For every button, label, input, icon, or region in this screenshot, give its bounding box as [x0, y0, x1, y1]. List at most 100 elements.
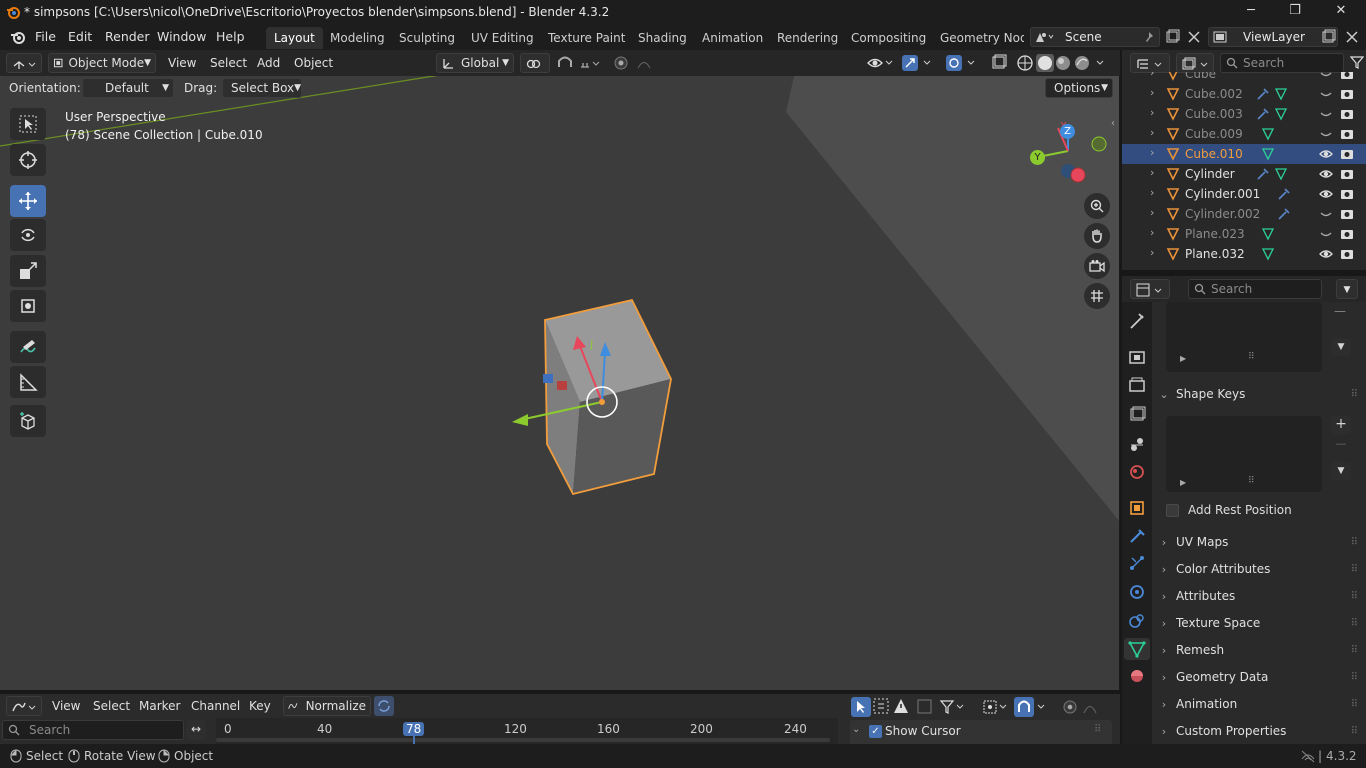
tab-layout[interactable]: Layout	[266, 27, 323, 49]
proportional-edit-toggle[interactable]	[612, 53, 664, 73]
outliner-row-name[interactable]: Cylinder.001	[1185, 187, 1260, 201]
eye-icon[interactable]	[1319, 147, 1333, 161]
outliner-search-input[interactable]: Search	[1220, 53, 1344, 73]
snap-toggle[interactable]	[556, 53, 606, 73]
shape-keys-list[interactable]: ▶ ⠿	[1166, 416, 1322, 492]
remove-shape-key-icon[interactable]: —	[1331, 437, 1351, 453]
drag-handle-icon[interactable]: ⠿	[1351, 591, 1358, 602]
add-shape-key-button[interactable]: +	[1331, 416, 1351, 434]
viewport-menu-select[interactable]: Select	[210, 53, 247, 73]
zoom-button[interactable]	[1084, 193, 1110, 219]
drag-handle-icon[interactable]: ⠿	[1351, 726, 1358, 737]
drag-handle-icon[interactable]: ⠿	[1094, 724, 1101, 735]
modifier-wrench-icon[interactable]	[1256, 87, 1270, 101]
tab-shading[interactable]: Shading	[630, 27, 695, 49]
drag-handle-icon[interactable]: ⠿	[1351, 645, 1358, 656]
outliner-row[interactable]: › Cube.009	[1122, 124, 1366, 144]
pivot-dropdown[interactable]	[520, 53, 550, 73]
outliner-row-name[interactable]: Cube	[1185, 72, 1216, 81]
viewport-menu-view[interactable]: View	[168, 53, 196, 73]
options-dropdown[interactable]: Options ▼	[1045, 78, 1113, 98]
menu-edit[interactable]: Edit	[68, 29, 92, 44]
display-mode-dropdown[interactable]	[1176, 53, 1214, 73]
outliner-row-name[interactable]: Cylinder.002	[1185, 207, 1260, 221]
properties-editor-type[interactable]	[1130, 279, 1170, 299]
eye-icon[interactable]	[1319, 167, 1333, 181]
expand-chevron-icon[interactable]: ›	[1150, 226, 1154, 239]
outliner-row[interactable]: › Cube	[1122, 72, 1366, 84]
timeline-header-icons[interactable]	[850, 696, 1112, 718]
cursor-tool[interactable]	[10, 144, 46, 176]
playhead-line[interactable]	[413, 736, 415, 744]
outliner-row[interactable]: › Cylinder.002	[1122, 204, 1366, 224]
hidden-eye-icon[interactable]	[1319, 227, 1333, 241]
tab-rendering[interactable]: Rendering	[769, 27, 846, 49]
render-camera-icon[interactable]	[1340, 167, 1354, 181]
render-camera-icon[interactable]	[1340, 247, 1354, 261]
scale-tool[interactable]	[10, 255, 46, 287]
move-tool[interactable]	[10, 185, 46, 217]
panel-animation[interactable]: › Animation ⠿	[1158, 692, 1358, 716]
panel-shape-keys[interactable]: ⌄ Shape Keys ⠿	[1158, 382, 1358, 406]
expand-chevron-icon[interactable]: ›	[1150, 106, 1154, 119]
annotate-tool[interactable]	[10, 331, 46, 363]
timeline-menu-channel[interactable]: Channel	[191, 696, 240, 716]
render-camera-icon[interactable]	[1340, 72, 1354, 81]
remove-vertex-group-icon[interactable]: —	[1331, 304, 1349, 322]
hidden-eye-icon[interactable]	[1319, 72, 1333, 81]
camera-view-button[interactable]	[1084, 253, 1110, 279]
transform-orientation-dropdown[interactable]: Global ▼	[436, 53, 514, 73]
drag-handle-icon[interactable]: ⠿	[1351, 699, 1358, 710]
timeline-menu-view[interactable]: View	[52, 696, 80, 716]
menu-render[interactable]: Render	[105, 29, 150, 44]
drag-handle-icon[interactable]: ⠿	[1351, 564, 1358, 575]
render-camera-icon[interactable]	[1340, 227, 1354, 241]
expand-chevron-icon[interactable]: ›	[1150, 246, 1154, 259]
properties-options-dropdown[interactable]: ▼	[1336, 279, 1358, 299]
frame-ruler[interactable]	[216, 718, 838, 744]
3d-viewport[interactable]: X Z Y User Perspective (78) Scene Collec…	[0, 50, 1120, 690]
drag-handle-icon[interactable]: ⠿	[1351, 618, 1358, 629]
current-frame-indicator[interactable]: 78	[403, 722, 425, 736]
panel-attributes[interactable]: › Attributes ⠿	[1158, 584, 1358, 608]
menu-file[interactable]: File	[35, 29, 56, 44]
outliner-row-name[interactable]: Plane.032	[1185, 247, 1245, 261]
panel-color-attributes[interactable]: › Color Attributes ⠿	[1158, 557, 1358, 581]
expand-chevron-icon[interactable]: ›	[1150, 186, 1154, 199]
selected-cube[interactable]	[544, 298, 672, 496]
tab-animation[interactable]: Animation	[694, 27, 771, 49]
timeline-menu-key[interactable]: Key	[249, 696, 271, 716]
outliner-row[interactable]: › Cube.002	[1122, 84, 1366, 104]
outliner-row-name[interactable]: Cube.010	[1185, 147, 1243, 161]
render-camera-icon[interactable]	[1340, 87, 1354, 101]
drag-dropdown[interactable]: Select Box ▼	[222, 78, 302, 98]
eye-icon[interactable]	[1319, 247, 1333, 261]
viewport-menu-object[interactable]: Object	[294, 53, 333, 73]
expand-chevron-icon[interactable]: ›	[1150, 146, 1154, 159]
vertex-groups-list[interactable]: ▶ ⠿	[1166, 302, 1322, 372]
rotate-tool[interactable]	[10, 219, 46, 251]
timeline-menu-marker[interactable]: Marker	[139, 696, 180, 716]
mesh-data-icon[interactable]	[1261, 227, 1275, 241]
tab-modeling[interactable]: Modeling	[322, 27, 393, 49]
tab-uv-editing[interactable]: UV Editing	[463, 27, 542, 49]
mesh-data-icon[interactable]	[1261, 127, 1275, 141]
drag-handle-icon[interactable]: ⠿	[1351, 537, 1358, 548]
outliner-row-name[interactable]: Cube.002	[1185, 87, 1243, 101]
outliner-row-name[interactable]: Plane.023	[1185, 227, 1245, 241]
outliner-row-name[interactable]: Cylinder	[1185, 167, 1235, 181]
drag-handle-icon[interactable]: ⠿	[1351, 389, 1358, 400]
hidden-eye-icon[interactable]	[1319, 87, 1333, 101]
panel-texture-space[interactable]: › Texture Space ⠿	[1158, 611, 1358, 635]
mesh-data-icon[interactable]	[1274, 167, 1288, 181]
outliner-row[interactable]: › Cube.010	[1122, 144, 1366, 164]
hidden-eye-icon[interactable]	[1319, 207, 1333, 221]
hidden-eye-icon[interactable]	[1319, 127, 1333, 141]
outliner-editor-type[interactable]	[1130, 53, 1170, 73]
tab-geometry-nodes[interactable]: Geometry Node	[932, 27, 1024, 49]
timeline-scrollbar[interactable]	[216, 738, 830, 742]
gizmo-z-axis[interactable]: Z	[1060, 124, 1075, 139]
auto-normalize-button[interactable]	[374, 696, 394, 716]
panel-remesh[interactable]: › Remesh ⠿	[1158, 638, 1358, 662]
mode-dropdown[interactable]: Object Mode ▼	[48, 53, 156, 73]
